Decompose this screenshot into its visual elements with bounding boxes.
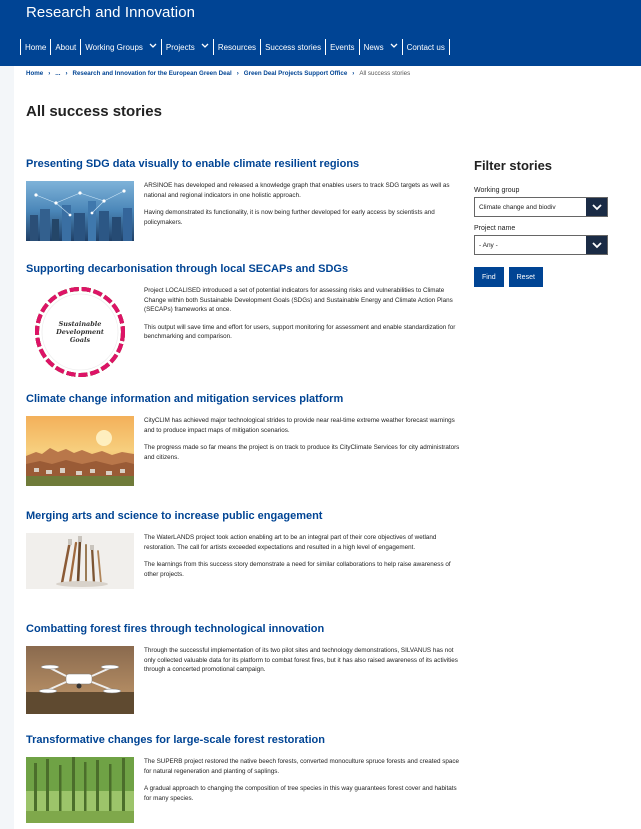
story-item: Supporting decarbonisation through local… bbox=[26, 262, 461, 392]
page-frame: Research and Innovation Home About Worki… bbox=[0, 0, 641, 829]
site-header: Research and Innovation Home About Worki… bbox=[0, 0, 641, 66]
nav-item-news[interactable]: News bbox=[358, 39, 402, 55]
story-image-city-sunset[interactable] bbox=[26, 416, 134, 486]
chevron-down-icon[interactable] bbox=[586, 198, 607, 216]
nav-item-label: Events bbox=[330, 42, 355, 52]
story-summary: The WaterLANDS project took action enabl… bbox=[144, 533, 461, 579]
story-item: Presenting SDG data visually to enable c… bbox=[26, 157, 461, 262]
story-body: Sustainable Development Goals Project LO… bbox=[26, 286, 461, 378]
story-body: ARSINOE has developed and released a kno… bbox=[26, 181, 461, 247]
story-title[interactable]: Presenting SDG data visually to enable c… bbox=[26, 157, 461, 171]
story-paragraph: A gradual approach to changing the compo… bbox=[144, 785, 457, 802]
story-image-forest[interactable] bbox=[26, 757, 134, 823]
chevron-right-icon: › bbox=[65, 70, 68, 77]
chevron-down-icon bbox=[201, 43, 209, 51]
breadcrumb-link-home[interactable]: Home bbox=[26, 70, 43, 77]
breadcrumb-current: All success stories bbox=[359, 70, 411, 77]
nav-item-label: About bbox=[55, 42, 77, 52]
breadcrumb: Home › ... › Research and Innovation for… bbox=[26, 70, 410, 77]
story-item: Transformative changes for large-scale f… bbox=[26, 733, 461, 829]
story-paragraph: The learnings from this success story de… bbox=[144, 561, 451, 578]
story-body: The SUPERB project restored the native b… bbox=[26, 757, 461, 823]
nav-item-label: Working Groups bbox=[85, 42, 143, 52]
filter-panel: Filter stories Working group Climate cha… bbox=[474, 158, 608, 287]
chevron-right-icon: › bbox=[48, 70, 51, 77]
nav-item-home[interactable]: Home bbox=[20, 39, 50, 55]
story-paragraph: Through the successful implementation of… bbox=[144, 647, 458, 674]
story-summary: Project LOCALISED introduced a set of po… bbox=[144, 286, 461, 342]
filter-title: Filter stories bbox=[474, 158, 553, 173]
svg-text:Sustainable: Sustainable bbox=[59, 320, 102, 328]
story-paragraph: ARSINOE has developed and released a kno… bbox=[144, 182, 450, 199]
story-paragraph: Project LOCALISED introduced a set of po… bbox=[144, 287, 453, 314]
story-paragraph: The progress made so far means the proje… bbox=[144, 444, 460, 461]
story-paragraph: CityCLIM has achieved major technologica… bbox=[144, 417, 455, 434]
story-image-art-tools[interactable] bbox=[26, 533, 134, 589]
project-name-label: Project name bbox=[474, 225, 516, 232]
story-summary: CityCLIM has achieved major technologica… bbox=[144, 416, 461, 462]
story-summary: Through the successful implementation of… bbox=[144, 646, 461, 675]
main-nav: Home About Working Groups Projects Resou… bbox=[20, 38, 450, 56]
filter-actions: Find Reset bbox=[474, 267, 608, 287]
chevron-down-icon bbox=[149, 43, 157, 51]
story-body: Through the successful implementation of… bbox=[26, 646, 461, 714]
nav-item-events[interactable]: Events bbox=[325, 39, 358, 55]
stories-list: Presenting SDG data visually to enable c… bbox=[26, 157, 461, 829]
story-title[interactable]: Supporting decarbonisation through local… bbox=[26, 262, 461, 276]
nav-item-working-groups[interactable]: Working Groups bbox=[80, 39, 161, 55]
reset-button[interactable]: Reset bbox=[508, 267, 543, 287]
story-title[interactable]: Combatting forest fires through technolo… bbox=[26, 622, 461, 636]
story-summary: The SUPERB project restored the native b… bbox=[144, 757, 461, 803]
story-paragraph: Having demonstrated its functionality, i… bbox=[144, 209, 435, 226]
story-item: Climate change information and mitigatio… bbox=[26, 392, 461, 509]
story-summary: ARSINOE has developed and released a kno… bbox=[144, 181, 461, 227]
project-name-select[interactable]: - Any - bbox=[474, 235, 608, 255]
nav-item-label: Home bbox=[25, 42, 47, 52]
nav-item-label: News bbox=[363, 42, 384, 52]
breadcrumb-ellipsis[interactable]: ... bbox=[55, 70, 60, 77]
nav-item-label: Projects bbox=[165, 42, 195, 52]
working-group-value: Climate change and biodiv bbox=[479, 203, 556, 211]
breadcrumb-link-support-office[interactable]: Green Deal Projects Support Office bbox=[244, 70, 348, 77]
nav-item-about[interactable]: About bbox=[50, 39, 80, 55]
story-body: The WaterLANDS project took action enabl… bbox=[26, 533, 461, 599]
story-title[interactable]: Climate change information and mitigatio… bbox=[26, 392, 461, 406]
svg-text:Development: Development bbox=[55, 328, 104, 336]
working-group-label: Working group bbox=[474, 187, 520, 194]
nav-item-label: Contact us bbox=[406, 42, 445, 52]
story-image-drone[interactable] bbox=[26, 646, 134, 714]
site-title[interactable]: Research and Innovation bbox=[26, 4, 195, 21]
story-paragraph: The SUPERB project restored the native b… bbox=[144, 758, 460, 775]
nav-item-projects[interactable]: Projects bbox=[160, 39, 213, 55]
svg-text:Goals: Goals bbox=[70, 336, 91, 344]
nav-item-label: Success stories bbox=[265, 42, 322, 52]
chevron-down-icon[interactable] bbox=[586, 236, 607, 254]
nav-item-success-stories[interactable]: Success stories bbox=[260, 39, 325, 55]
breadcrumb-link-research-innovation[interactable]: Research and Innovation for the European… bbox=[73, 70, 232, 77]
page-title: All success stories bbox=[26, 103, 162, 120]
nav-item-resources[interactable]: Resources bbox=[212, 39, 260, 55]
nav-item-contact-us[interactable]: Contact us bbox=[401, 39, 450, 55]
story-image-city-network[interactable] bbox=[26, 181, 134, 241]
story-title[interactable]: Transformative changes for large-scale f… bbox=[26, 733, 461, 747]
nav-item-label: Resources bbox=[217, 42, 257, 52]
story-title[interactable]: Merging arts and science to increase pub… bbox=[26, 509, 461, 523]
story-body: CityCLIM has achieved major technologica… bbox=[26, 416, 461, 486]
working-group-select[interactable]: Climate change and biodiv bbox=[474, 197, 608, 217]
chevron-right-icon: › bbox=[352, 70, 355, 77]
story-image-sdg-wheel[interactable]: Sustainable Development Goals bbox=[26, 286, 134, 378]
page-left-strip bbox=[0, 66, 14, 829]
chevron-right-icon: › bbox=[236, 70, 239, 77]
story-item: Combatting forest fires through technolo… bbox=[26, 622, 461, 733]
find-button[interactable]: Find bbox=[474, 267, 504, 287]
chevron-down-icon bbox=[390, 43, 398, 51]
story-paragraph: This output will save time and effort fo… bbox=[144, 323, 456, 341]
project-name-value: - Any - bbox=[479, 241, 498, 249]
story-paragraph: The WaterLANDS project took action enabl… bbox=[144, 534, 437, 551]
story-item: Merging arts and science to increase pub… bbox=[26, 509, 461, 622]
